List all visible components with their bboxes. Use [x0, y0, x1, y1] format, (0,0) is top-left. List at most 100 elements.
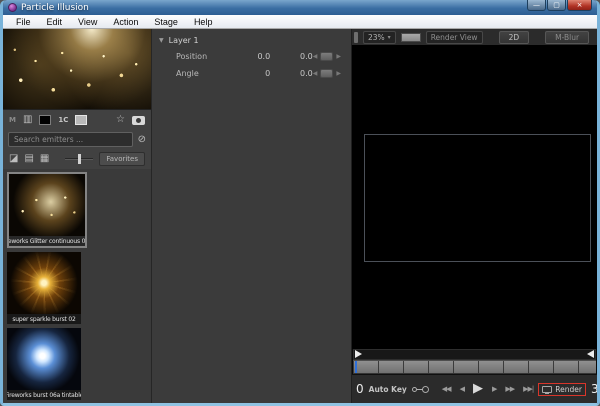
render-button[interactable]: Render: [555, 385, 582, 394]
emitter-list: Fireworks Glitter continuous 03b super s…: [3, 169, 151, 403]
render-view-label: Render View: [431, 33, 478, 42]
emitter-thumbnail: [7, 252, 81, 314]
titlebar[interactable]: Particle Illusion — ▢ ×: [3, 0, 597, 15]
emitter-thumbnail: [9, 174, 85, 236]
render-view-dropdown[interactable]: Render View: [426, 31, 483, 44]
collapse-triangle-icon[interactable]: ▼: [159, 37, 164, 44]
parameters-panel: ▼ Layer 1 Position 0.0 0.0 ◀ ▶ Angle 0 0…: [152, 29, 352, 403]
playback-range-bar[interactable]: [353, 349, 596, 360]
timeline-scrubber[interactable]: [353, 360, 596, 374]
stage-color-swatch[interactable]: [401, 33, 421, 42]
stage-bounds-rectangle: [364, 134, 591, 262]
maximize-button[interactable]: ▢: [547, 0, 566, 11]
current-frame-value[interactable]: 0: [356, 382, 364, 396]
fast-forward-button[interactable]: ▶▶: [505, 384, 514, 394]
keyframe-nav: ◀ ▶: [313, 69, 341, 78]
layer-row[interactable]: ▼ Layer 1: [152, 33, 351, 48]
emitter-preview: [3, 29, 151, 110]
emitter-library-panel: M ▥ 1C ☆ ⊘ ◪ ▤ ▦ Favorites: [3, 29, 152, 403]
prev-key-icon[interactable]: ◀: [313, 70, 318, 77]
layer-name: Layer 1: [169, 36, 199, 45]
viewport-toolbar: 23% ▾ Render View 2D M-Blur H.U.D. Def: [352, 29, 597, 46]
search-row: ⊘: [3, 130, 151, 149]
list-view-icon[interactable]: ▤: [24, 154, 33, 164]
one-color-icon[interactable]: 1C: [58, 116, 68, 124]
emitter-thumbnail: [7, 328, 81, 390]
next-key-icon[interactable]: ▶: [336, 53, 341, 60]
thumbnail-size-slider[interactable]: [65, 158, 93, 160]
favorites-button[interactable]: Favorites: [99, 152, 145, 166]
folder-view-icon[interactable]: ◪: [9, 154, 18, 164]
gray-background-swatch[interactable]: [75, 115, 87, 125]
app-window: Particle Illusion — ▢ × File Edit View A…: [0, 0, 600, 406]
emitter-name: Fireworks Glitter continuous 03b: [9, 236, 85, 246]
m-mode-icon[interactable]: M: [9, 116, 16, 124]
rewind-button[interactable]: ◀◀: [442, 384, 451, 394]
range-in-marker-icon[interactable]: [355, 350, 362, 358]
stopwatch-icon[interactable]: [422, 386, 429, 393]
transport-bar: 0 Auto Key ◀◀ ◀ ▶ ▶ ▶▶ ▶▶| Render 300: [352, 374, 597, 403]
grid-view-icon[interactable]: ▦: [40, 154, 49, 164]
emitter-item-selected[interactable]: Fireworks Glitter continuous 03b: [7, 172, 87, 248]
param-value-x[interactable]: 0: [236, 69, 271, 78]
param-label: Position: [176, 52, 236, 61]
library-toolbar: M ▥ 1C ☆: [3, 110, 151, 130]
step-forward-button[interactable]: ▶: [492, 384, 496, 394]
filmstrip-icon[interactable]: ▥: [23, 115, 32, 125]
main-area: M ▥ 1C ☆ ⊘ ◪ ▤ ▦ Favorites: [3, 29, 597, 403]
param-value-x[interactable]: 0.0: [236, 52, 271, 61]
keyframe-button[interactable]: [320, 52, 333, 61]
step-back-button[interactable]: ◀: [460, 384, 464, 394]
search-input[interactable]: [8, 132, 133, 147]
favorite-star-icon[interactable]: ☆: [116, 115, 125, 125]
render-monitor-icon: [542, 386, 552, 393]
emitter-name: super sparkle burst 02: [7, 314, 81, 324]
range-out-marker-icon[interactable]: [587, 350, 594, 358]
motion-blur-button[interactable]: M-Blur: [545, 31, 589, 44]
param-value-y[interactable]: 0.0: [278, 52, 313, 61]
prev-key-icon[interactable]: ◀: [313, 53, 318, 60]
slider-handle[interactable]: [78, 154, 81, 164]
keyframe-button[interactable]: [320, 69, 333, 78]
menu-edit[interactable]: Edit: [39, 17, 71, 27]
menu-view[interactable]: View: [70, 17, 105, 27]
auto-key-label[interactable]: Auto Key: [369, 385, 407, 394]
param-row-position: Position 0.0 0.0 ◀ ▶: [152, 48, 351, 65]
camera-lens: [136, 118, 141, 123]
zoom-level-dropdown[interactable]: 23% ▾: [363, 31, 396, 44]
app-icon: [8, 3, 17, 12]
window-controls: — ▢ ×: [527, 0, 592, 11]
menu-bar: File Edit View Action Stage Help: [3, 15, 597, 29]
mode-2d-button[interactable]: 2D: [499, 31, 530, 44]
end-frame-value[interactable]: 300: [591, 382, 597, 396]
menu-file[interactable]: File: [8, 17, 39, 27]
view-options-row: ◪ ▤ ▦ Favorites: [3, 149, 151, 169]
panel-splitter-handle[interactable]: [354, 32, 358, 43]
go-to-end-button[interactable]: ▶▶|: [523, 384, 533, 394]
minimize-button[interactable]: —: [527, 0, 546, 11]
menu-stage[interactable]: Stage: [146, 17, 186, 27]
play-button[interactable]: ▶: [473, 384, 483, 394]
menu-action[interactable]: Action: [105, 17, 146, 27]
playhead[interactable]: [355, 361, 357, 373]
clear-search-icon[interactable]: ⊘: [138, 135, 146, 145]
key-icon[interactable]: [412, 387, 417, 392]
window-title: Particle Illusion: [21, 3, 527, 13]
transport-buttons: ◀◀ ◀ ▶ ▶ ▶▶ ▶▶|: [442, 384, 533, 394]
render-button-highlight: Render: [538, 383, 586, 396]
emitter-item[interactable]: super sparkle burst 02: [7, 252, 81, 324]
keyframe-nav: ◀ ▶: [313, 52, 341, 61]
close-button[interactable]: ×: [567, 0, 592, 11]
emitter-item[interactable]: Fireworks burst 06a tintable: [7, 328, 81, 400]
zoom-level-value: 23%: [368, 33, 385, 42]
stage-panel: 23% ▾ Render View 2D M-Blur H.U.D. Def: [352, 29, 597, 403]
menu-help[interactable]: Help: [186, 17, 221, 27]
chevron-down-icon: ▾: [388, 34, 391, 41]
param-label: Angle: [176, 69, 236, 78]
black-background-swatch[interactable]: [39, 115, 51, 125]
stage-canvas[interactable]: [352, 46, 597, 349]
camera-icon[interactable]: [132, 116, 145, 125]
param-value-y[interactable]: 0.0: [278, 69, 313, 78]
emitter-name: Fireworks burst 06a tintable: [7, 390, 81, 400]
next-key-icon[interactable]: ▶: [336, 70, 341, 77]
